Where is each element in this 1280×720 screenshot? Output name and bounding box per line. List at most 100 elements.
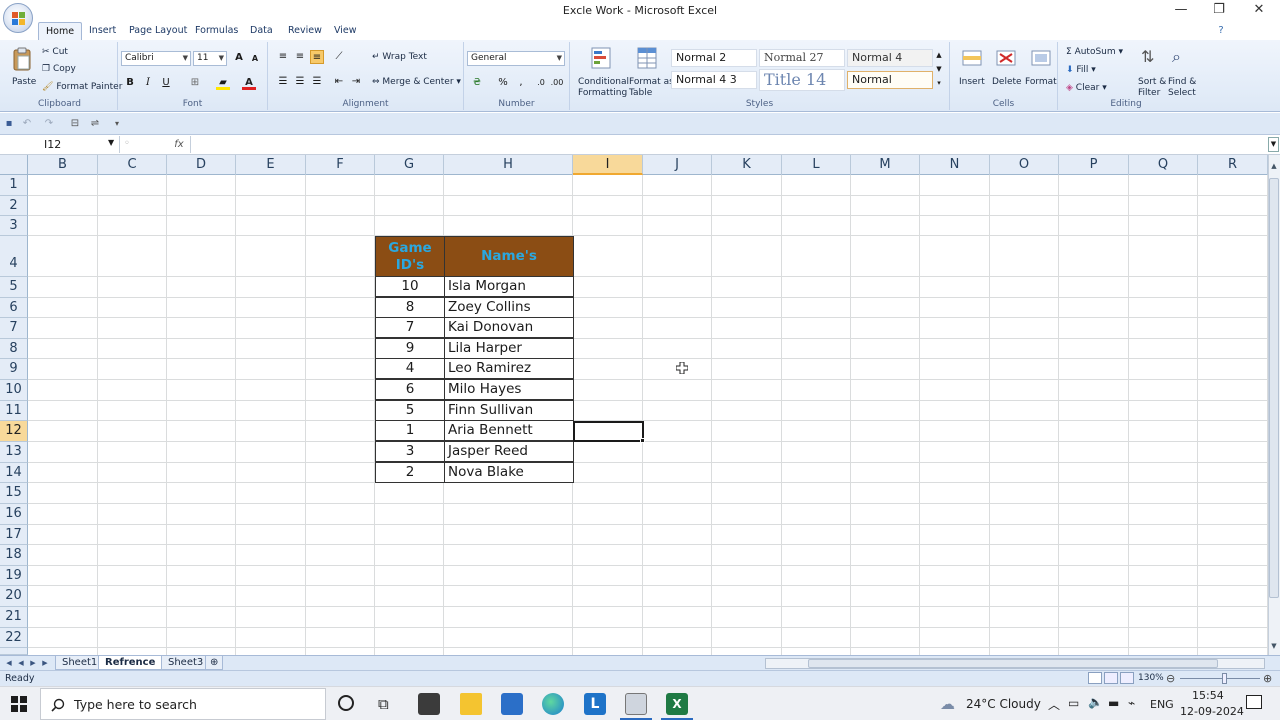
row-header-14[interactable]: 14 xyxy=(0,463,28,483)
cell-style-normal-4-3[interactable]: Normal 4 3 xyxy=(671,71,757,89)
zoom-out-icon[interactable]: ⊖ xyxy=(1166,672,1175,685)
insert-function-button[interactable]: fx xyxy=(170,136,188,153)
page-break-view-icon[interactable] xyxy=(1120,672,1134,684)
wrap-text-button[interactable]: ↵ Wrap Text xyxy=(372,52,427,62)
speaker-muted-icon[interactable]: 🔈 xyxy=(1088,695,1103,709)
shrink-font-button[interactable]: A xyxy=(248,52,262,66)
table-cell-id[interactable]: 6 xyxy=(375,379,445,400)
cell-style-normal[interactable]: Normal xyxy=(847,71,933,89)
column-header-r[interactable]: R xyxy=(1198,155,1268,175)
paste-button[interactable]: Paste xyxy=(6,44,36,92)
find-select-button[interactable]: ⌕ Find & Select xyxy=(1164,44,1196,98)
row-header-8[interactable]: 8 xyxy=(0,339,28,359)
column-header-o[interactable]: O xyxy=(990,155,1059,175)
table-cell-name[interactable]: Lila Harper xyxy=(444,338,574,359)
copy-button[interactable]: ❐ Copy xyxy=(42,64,76,74)
column-header-l[interactable]: L xyxy=(782,155,851,175)
prev-sheet-icon[interactable]: ◀ xyxy=(16,657,26,669)
table-cell-id[interactable]: 4 xyxy=(375,358,445,379)
close-button[interactable]: ✕ xyxy=(1240,0,1278,20)
styles-scroll-up-icon[interactable]: ▲ xyxy=(934,48,944,62)
row-header-20[interactable]: 20 xyxy=(0,586,28,607)
clock-date[interactable]: 12-09-2024 xyxy=(1180,705,1244,718)
column-header-p[interactable]: P xyxy=(1059,155,1129,175)
table-cell-name[interactable]: Kai Donovan xyxy=(444,317,574,338)
row-header-12[interactable]: 12 xyxy=(0,421,28,442)
format-as-table-button[interactable]: Format as Table xyxy=(626,44,674,98)
format-painter-button[interactable]: 🖌 Format Painter xyxy=(42,82,122,92)
column-header-h[interactable]: H xyxy=(444,155,573,175)
styles-more-icon[interactable]: ▾ xyxy=(934,76,944,90)
redo-icon[interactable]: ↷ xyxy=(42,117,56,131)
tab-review[interactable]: Review xyxy=(281,22,329,40)
borders-icon[interactable]: ⊞ xyxy=(188,76,202,90)
delete-cells-button[interactable]: Delete xyxy=(988,44,1022,96)
row-header-17[interactable]: 17 xyxy=(0,525,28,545)
row-header-11[interactable]: 11 xyxy=(0,401,28,421)
store-icon[interactable] xyxy=(418,693,440,715)
table-cell-name[interactable]: Zoey Collins xyxy=(444,297,574,318)
column-header-e[interactable]: E xyxy=(236,155,306,175)
sheet-tab-refrence[interactable]: Refrence xyxy=(98,656,163,670)
table-cell-name[interactable]: Aria Bennett xyxy=(444,420,574,441)
tab-insert[interactable]: Insert xyxy=(82,22,123,40)
table-cell-name[interactable]: Nova Blake xyxy=(444,462,574,483)
conditional-formatting-button[interactable]: Conditional Formatting xyxy=(574,44,629,98)
tray-overflow-icon[interactable]: ︿ xyxy=(1048,696,1060,713)
zoom-slider[interactable] xyxy=(1180,678,1260,679)
table-cell-id[interactable]: 1 xyxy=(375,420,445,441)
app-l-icon[interactable]: L xyxy=(584,693,606,715)
table-cell-id[interactable]: 10 xyxy=(375,276,445,297)
cut-button[interactable]: ✂ Cut xyxy=(42,47,68,57)
align-top-icon[interactable]: ≡ xyxy=(276,50,290,64)
grow-font-button[interactable]: A xyxy=(232,51,246,65)
merge-center-button[interactable]: ⇔ Merge & Center ▾ xyxy=(372,77,461,87)
table-header-game-id[interactable]: Game ID's xyxy=(375,236,445,277)
formula-input[interactable] xyxy=(190,136,1265,153)
font-name-select[interactable]: Calibri ▼ xyxy=(121,51,191,66)
font-size-select[interactable]: 11 ▼ xyxy=(193,51,227,66)
language-indicator[interactable]: ENG xyxy=(1150,698,1174,711)
next-sheet-icon[interactable]: ▶ xyxy=(28,657,38,669)
row-header-19[interactable]: 19 xyxy=(0,566,28,586)
sheet-tab-sheet1[interactable]: Sheet1 xyxy=(55,656,105,670)
row-header-1[interactable]: 1 xyxy=(0,175,28,196)
column-header-m[interactable]: M xyxy=(851,155,920,175)
column-header-j[interactable]: J xyxy=(643,155,712,175)
spacing-tool-icon[interactable]: ⇌ xyxy=(88,117,102,131)
notifications-icon[interactable] xyxy=(1246,695,1262,709)
styles-scroll-down-icon[interactable]: ▼ xyxy=(934,62,944,76)
last-sheet-icon[interactable]: ▶ xyxy=(40,657,50,669)
row-header-6[interactable]: 6 xyxy=(0,298,28,318)
help-icon[interactable]: ? xyxy=(1214,24,1228,38)
window-app-icon[interactable] xyxy=(625,693,647,715)
clock-time[interactable]: 15:54 xyxy=(1192,689,1224,702)
row-header-7[interactable]: 7 xyxy=(0,318,28,339)
align-bottom-icon[interactable]: ≡ xyxy=(310,50,324,64)
table-cell-name[interactable]: Jasper Reed xyxy=(444,441,574,462)
increase-decimal-icon[interactable]: .0 xyxy=(534,76,548,90)
table-cell-id[interactable]: 5 xyxy=(375,400,445,421)
undo-icon[interactable]: ↶ xyxy=(20,117,34,131)
fill-handle[interactable] xyxy=(640,438,645,443)
column-header-n[interactable]: N xyxy=(920,155,990,175)
taskbar-search[interactable]: Type here to search xyxy=(40,688,326,720)
row-header-4[interactable]: 4 xyxy=(0,236,28,277)
first-sheet-icon[interactable]: ◀ xyxy=(4,657,14,669)
tab-home[interactable]: Home xyxy=(38,22,83,40)
autosum-button[interactable]: Σ AutoSum ▾ xyxy=(1066,47,1123,57)
column-header-f[interactable]: F xyxy=(306,155,375,175)
expand-formula-bar-icon[interactable]: ▼ xyxy=(1268,137,1279,152)
tab-page-layout[interactable]: Page Layout xyxy=(122,22,194,40)
fill-button[interactable]: ⬇ Fill ▾ xyxy=(1066,65,1096,75)
insert-sheet-icon[interactable]: ⊕ xyxy=(205,656,224,670)
zoom-level[interactable]: 130% xyxy=(1138,673,1164,683)
align-left-icon[interactable]: ☰ xyxy=(276,75,290,89)
office-button[interactable] xyxy=(3,3,33,33)
save-icon[interactable]: ▪ xyxy=(2,117,16,131)
tab-data[interactable]: Data xyxy=(243,22,280,40)
table-cell-id[interactable]: 9 xyxy=(375,338,445,359)
customize-qat-icon[interactable]: ▾ xyxy=(110,117,124,131)
cell-style-normal-27[interactable]: Normal 27 xyxy=(759,49,845,67)
sheet-tab-sheet3[interactable]: Sheet3 xyxy=(161,656,211,670)
